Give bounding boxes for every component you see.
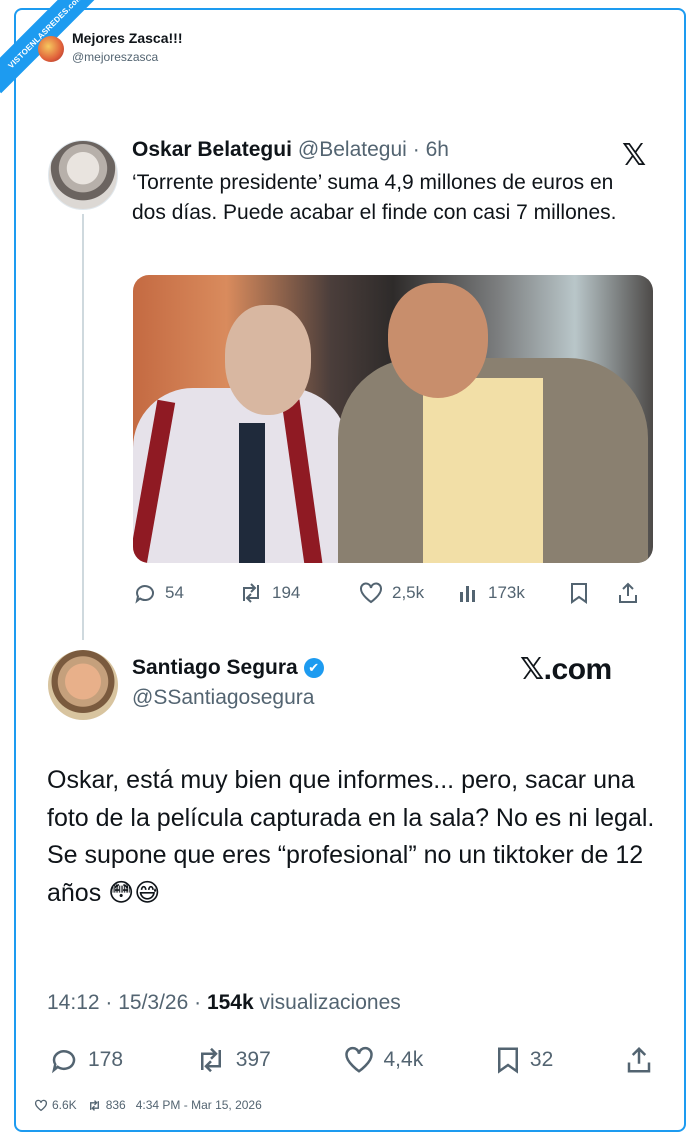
- source-account-handle: @mejoreszasca: [72, 50, 159, 64]
- source-account[interactable]: Mejores Zasca!!! @mejoreszasca: [38, 30, 182, 64]
- main-tweet-line: Oskar, está muy bien que informes... per…: [47, 766, 655, 832]
- photo-tie: [239, 423, 265, 563]
- retweet-count: 397: [235, 1048, 271, 1071]
- retweet-count: 194: [272, 583, 301, 602]
- share-icon: [624, 1045, 654, 1075]
- heart-icon: [34, 1099, 48, 1112]
- x-com-brand: 𝕏.com: [520, 653, 612, 686]
- quoted-tweet-actions: 54 194 2,5k 173k: [133, 580, 653, 606]
- reply-icon: [133, 581, 157, 605]
- main-author-avatar[interactable]: [48, 650, 118, 720]
- main-author-name-row[interactable]: Santiago Segura ✔: [132, 656, 324, 680]
- bookmark-count: 32: [529, 1048, 554, 1071]
- main-tweet-actions: 178 397 4,4k 32: [48, 1044, 654, 1076]
- quoted-tweet-text: ‘Torrente presidente’ suma 4,9 millones …: [132, 171, 617, 224]
- main-tweet-line: Se supone que eres “profesional” no un t…: [47, 841, 644, 907]
- like-count: 4,4k: [383, 1048, 424, 1071]
- reply-icon: [48, 1045, 80, 1075]
- photo-head-right: [388, 283, 488, 398]
- quoted-author-avatar[interactable]: [48, 140, 118, 210]
- tweet-views-label: visualizaciones: [259, 991, 401, 1014]
- like-button[interactable]: 4,4k: [342, 1045, 424, 1075]
- source-footer: 6.6K 836 4:34 PM - Mar 15, 2026: [34, 1098, 262, 1112]
- views-chart-icon: [458, 582, 480, 604]
- main-tweet-text: Oskar, está muy bien que informes... per…: [47, 762, 667, 912]
- verified-badge-icon: ✔: [303, 658, 324, 678]
- reply-button[interactable]: 178: [48, 1045, 123, 1075]
- quoted-tweet-header: Oskar Belategui @Belategui · 6h: [132, 138, 449, 162]
- tweet-timestamp[interactable]: 14:12 · 15/3/26 ·: [47, 991, 201, 1014]
- photo-shirt: [423, 378, 543, 563]
- footer-likes-count: 6.6K: [52, 1098, 77, 1112]
- source-account-name: Mejores Zasca!!!: [72, 30, 183, 46]
- reply-count: 178: [88, 1048, 124, 1071]
- retweet-icon: [87, 1099, 102, 1112]
- footer-retweets: 836: [87, 1098, 126, 1112]
- tweet-views-count: 154k: [206, 991, 254, 1014]
- bookmark-button[interactable]: 32: [494, 1045, 553, 1075]
- bookmark-icon: [494, 1045, 522, 1075]
- views-count: 173k: [488, 583, 525, 602]
- bookmark-button[interactable]: [568, 581, 616, 605]
- reply-count: 54: [165, 583, 184, 602]
- footer-retweets-count: 836: [105, 1098, 126, 1112]
- quoted-author-handle[interactable]: @Belategui: [298, 138, 407, 162]
- quoted-author-name[interactable]: Oskar Belategui: [132, 138, 292, 162]
- photo-head-left: [225, 305, 311, 415]
- share-button[interactable]: [624, 1045, 654, 1075]
- bookmark-icon: [568, 581, 590, 605]
- views-button[interactable]: 173k: [458, 582, 568, 604]
- quoted-tweet-image[interactable]: [133, 275, 653, 563]
- quoted-tweet-time[interactable]: · 6h: [413, 138, 449, 162]
- footer-likes: 6.6K: [34, 1098, 77, 1112]
- main-author-name: Santiago Segura: [132, 656, 298, 679]
- like-button[interactable]: 2,5k: [358, 581, 458, 605]
- tweet-meta: 14:12 · 15/3/26 · 154k visualizaciones: [47, 991, 401, 1015]
- like-count: 2,5k: [392, 583, 425, 602]
- retweet-button[interactable]: 397: [194, 1045, 271, 1075]
- heart-icon: [358, 581, 384, 605]
- retweet-icon: [238, 581, 264, 605]
- heart-icon: [342, 1045, 376, 1075]
- reply-button[interactable]: 54: [133, 581, 238, 605]
- source-avatar[interactable]: [38, 36, 64, 62]
- main-author-handle[interactable]: @SSantiagosegura: [132, 686, 314, 710]
- share-icon: [616, 581, 640, 605]
- retweet-icon: [194, 1045, 228, 1075]
- footer-date: 4:34 PM - Mar 15, 2026: [135, 1098, 262, 1112]
- thread-line: [82, 214, 84, 640]
- share-button[interactable]: [616, 581, 640, 605]
- retweet-button[interactable]: 194: [238, 581, 358, 605]
